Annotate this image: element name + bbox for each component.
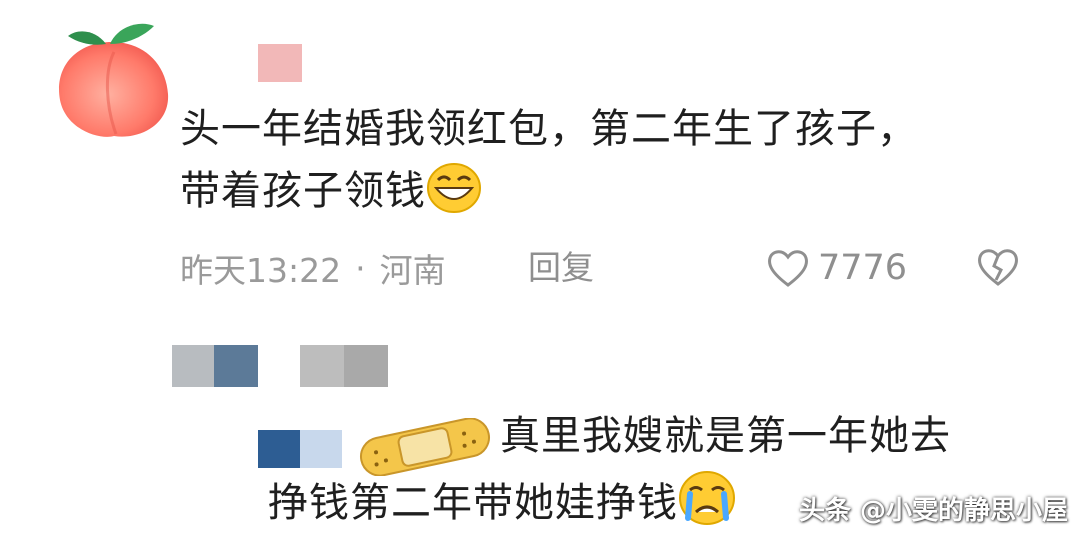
reply-button[interactable]: 回复 bbox=[528, 240, 594, 296]
comment-location: 河南 bbox=[379, 251, 446, 290]
comment-meta: 昨天13:22 · 河南 bbox=[180, 240, 446, 296]
comment-body: 头一年结婚我领红包，第二年生了孩子， 带着孩子领钱 bbox=[180, 98, 1040, 232]
peach-avatar-icon bbox=[59, 23, 169, 137]
reply-text-line-2: 挣钱第二年带她娃挣钱 bbox=[268, 470, 736, 541]
reply-text-line-1: 真里我嫂就是第一年她去 bbox=[500, 413, 951, 459]
comment-screenshot: 头一年结婚我领红包，第二年生了孩子， 带着孩子领钱 昨天13:22 · 河南 回… bbox=[0, 0, 1080, 541]
grinning-face-emoji-icon bbox=[426, 162, 482, 232]
dislike-button[interactable] bbox=[976, 246, 1020, 292]
like-count: 7776 bbox=[818, 248, 908, 288]
comment-text-line-2-content: 带着孩子领钱 bbox=[180, 168, 426, 214]
meta-separator: · bbox=[355, 248, 366, 288]
username-redacted bbox=[258, 44, 302, 82]
comment-text-line-2: 带着孩子领钱 bbox=[180, 160, 1040, 232]
broken-heart-icon bbox=[978, 249, 1018, 286]
comment-text-line-1: 头一年结婚我领红包，第二年生了孩子， bbox=[180, 106, 918, 152]
redacted-reply-header bbox=[172, 345, 388, 387]
avatar[interactable] bbox=[48, 12, 176, 140]
reply-text-line-2-content: 挣钱第二年带她娃挣钱 bbox=[268, 480, 678, 526]
crying-face-emoji-icon bbox=[678, 470, 736, 541]
comment-time: 昨天13:22 bbox=[180, 251, 342, 290]
reply-username-redacted bbox=[258, 430, 342, 468]
watermark: 头条 @小雯的静思小屋 bbox=[798, 496, 1068, 526]
like-button[interactable]: 7776 bbox=[766, 240, 907, 296]
heart-outline-icon bbox=[768, 250, 808, 287]
